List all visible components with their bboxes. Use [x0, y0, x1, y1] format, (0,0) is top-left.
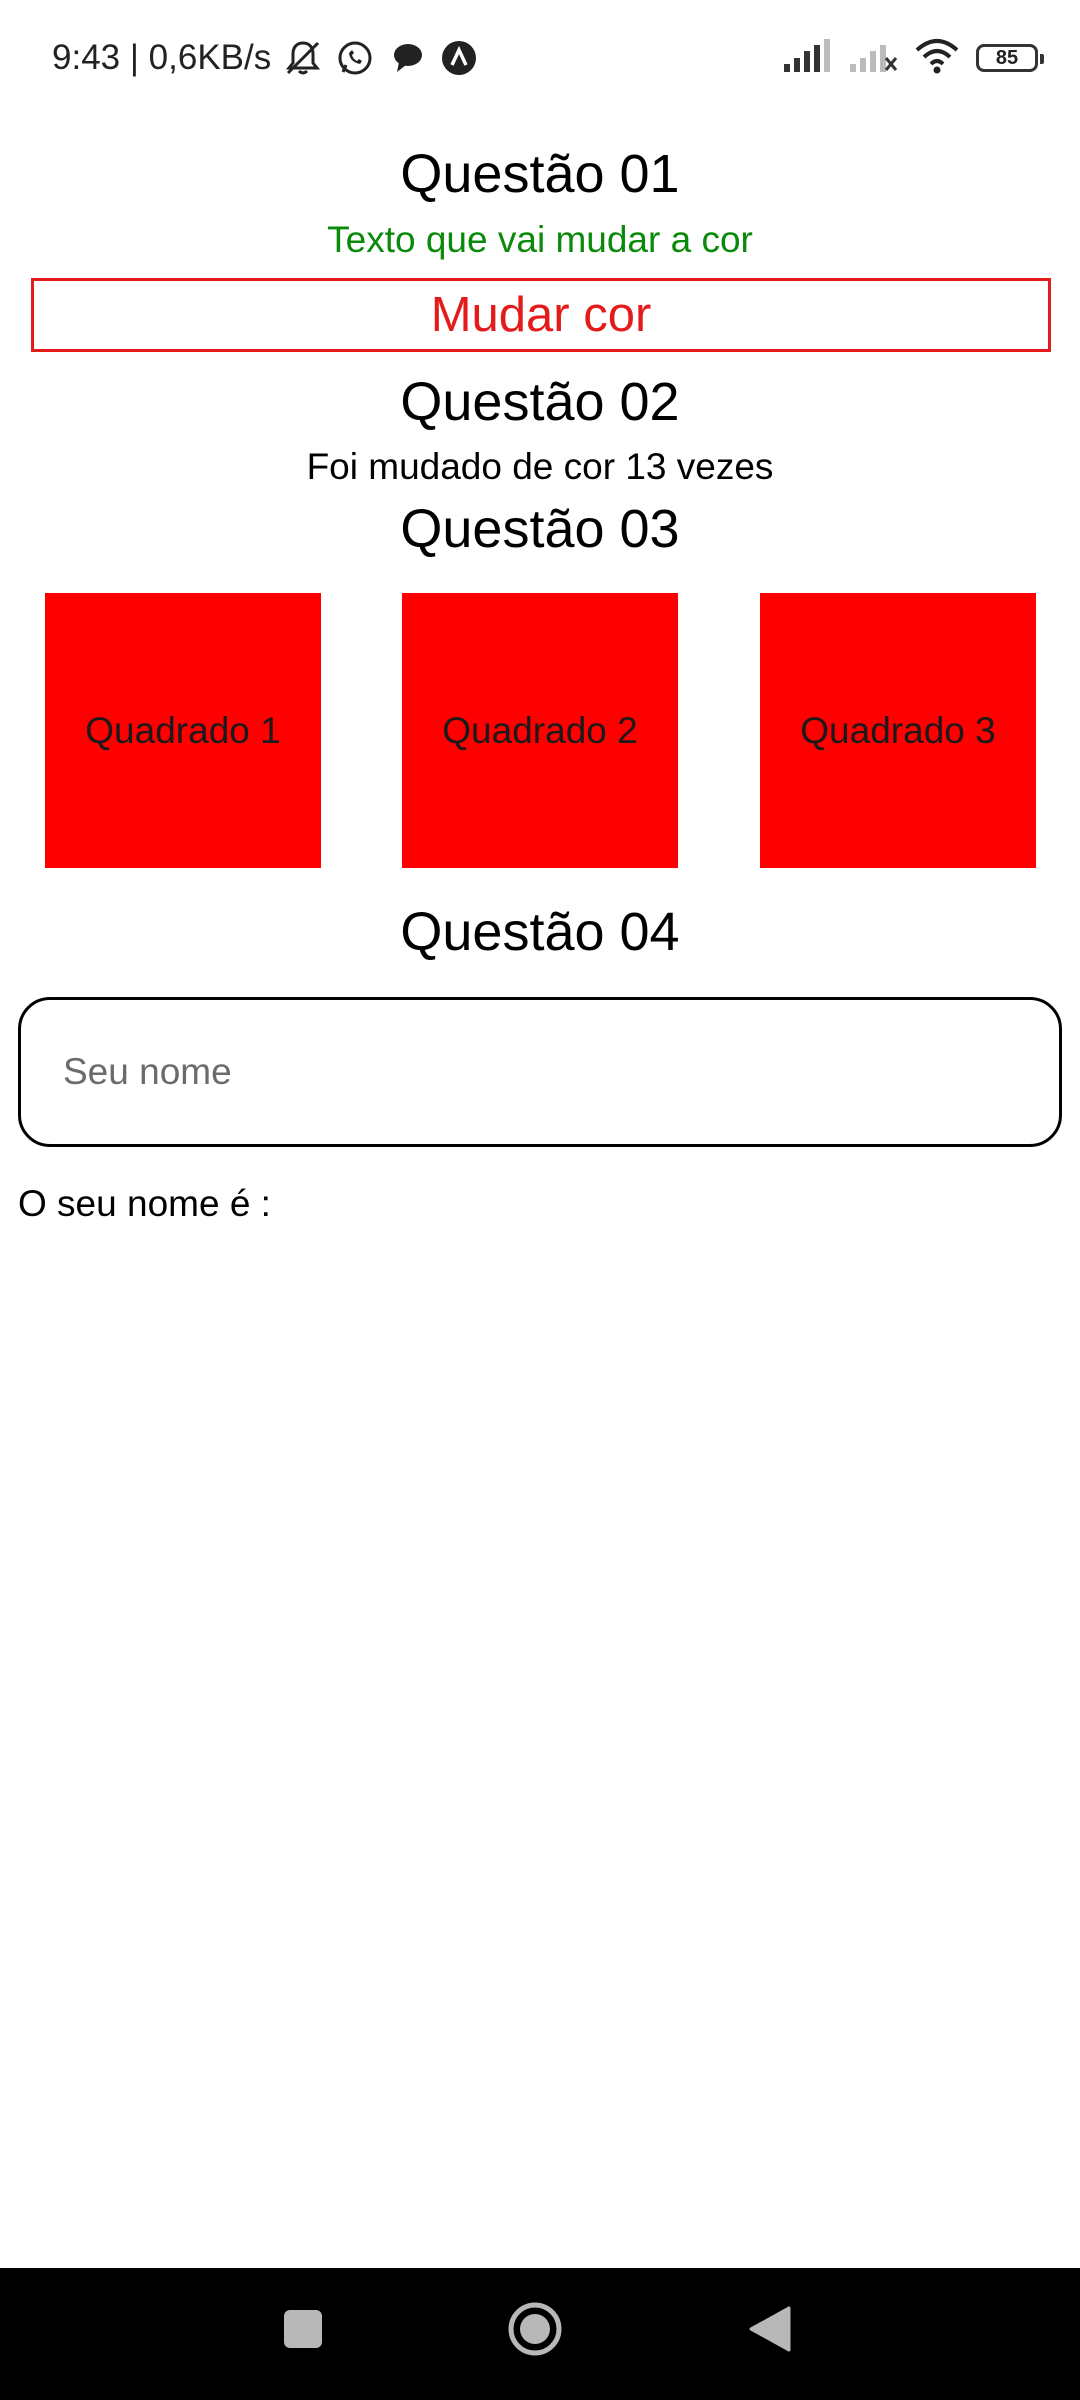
color-change-count-text: Foi mudado de cor 13 vezes — [306, 446, 774, 487]
recents-button[interactable] — [268, 2296, 338, 2366]
mute-bell-icon — [283, 38, 323, 78]
battery-level: 85 — [995, 47, 1019, 69]
signal-icon — [782, 38, 832, 78]
chat-bubble-icon — [387, 38, 427, 78]
change-color-button[interactable]: Mudar cor — [31, 278, 1051, 352]
status-time-speed: 9:43 | 0,6KB/s — [52, 38, 272, 77]
square-3-label: Quadrado 3 — [800, 709, 996, 751]
whatsapp-icon — [335, 38, 375, 78]
status-left: 9:43 | 0,6KB/s — [52, 36, 479, 80]
battery-icon: 85 — [976, 44, 1044, 72]
square-1[interactable]: Quadrado 1 — [45, 593, 321, 868]
app-notification-icon — [439, 38, 479, 78]
question-1-title: Questão 01 — [400, 144, 680, 204]
status-bar: 9:43 | 0,6KB/s 85 — [0, 0, 1080, 110]
recents-icon — [281, 2307, 325, 2356]
question-2-title: Questão 02 — [400, 372, 680, 432]
question-3-title: Questão 03 — [400, 499, 680, 559]
square-2-label: Quadrado 2 — [442, 709, 638, 751]
signal-no-sim-icon — [848, 38, 898, 78]
back-button[interactable] — [735, 2296, 805, 2366]
back-icon — [747, 2304, 793, 2359]
status-right: 85 — [766, 36, 1044, 80]
home-icon — [505, 2299, 565, 2364]
square-2[interactable]: Quadrado 2 — [402, 593, 678, 868]
home-button[interactable] — [500, 2296, 570, 2366]
name-display-label: O seu nome é : — [18, 1183, 271, 1224]
navigation-bar — [0, 2268, 1080, 2400]
color-changing-text: Texto que vai mudar a cor — [327, 219, 753, 260]
question-4-title: Questão 04 — [400, 902, 680, 962]
name-input[interactable] — [18, 997, 1062, 1147]
square-1-label: Quadrado 1 — [85, 709, 281, 751]
wifi-icon — [914, 38, 960, 78]
square-3[interactable]: Quadrado 3 — [760, 593, 1036, 868]
